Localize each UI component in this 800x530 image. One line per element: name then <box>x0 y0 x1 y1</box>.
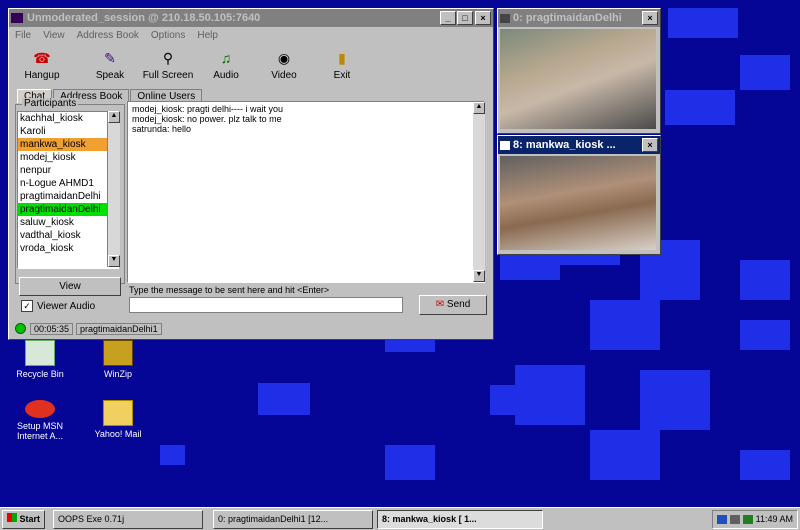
taskbar-item[interactable]: OOPS Exe 0.71j <box>53 509 204 529</box>
exit-icon: ▮ <box>338 50 346 66</box>
desktop-icon-recycle-bin[interactable]: Recycle Bin <box>10 340 70 379</box>
desktop-icon-yahoo-mail[interactable]: Yahoo! Mail <box>88 400 148 439</box>
speak-button[interactable]: ✎ Speak <box>81 43 139 81</box>
chat-scroll-up-button[interactable]: ▲ <box>473 102 485 114</box>
video-window-1: 0: pragtimaidanDelhi × <box>497 8 661 134</box>
video1-close-button[interactable]: × <box>642 11 658 25</box>
taskbar: Start OOPS Exe 0.71j 0: pragtimaidanDelh… <box>0 507 800 530</box>
chat-scroll-down-button[interactable]: ▼ <box>473 270 485 282</box>
clock: 11:49 AM <box>755 513 793 524</box>
menu-view[interactable]: View <box>43 30 65 41</box>
status-time: 00:05:35 <box>30 322 74 335</box>
windows-logo-icon <box>7 512 17 522</box>
toolbar: ☎ Hangup ✎ Speak ⚲ Full Screen ♫ Audio ◉ Vide… <box>9 43 493 83</box>
speak-icon: ✎ <box>104 50 116 66</box>
network-icon[interactable] <box>716 514 727 524</box>
chat-log: modej_kiosk: pragti delhi---- i wait you… <box>127 101 485 283</box>
video1-title-bar[interactable]: 0: pragtimaidanDelhi × <box>498 9 660 27</box>
participants-label: Participants <box>22 98 79 109</box>
maximize-button[interactable]: □ <box>457 11 473 25</box>
video2-close-button[interactable]: × <box>642 138 658 152</box>
main-window: Unmoderated_session @ 210.18.50.105:7640… <box>8 8 494 340</box>
list-item[interactable]: saluw_kiosk <box>18 216 118 229</box>
scroll-up-button[interactable]: ▲ <box>108 111 120 123</box>
speaker-icon[interactable] <box>729 514 740 524</box>
recycle-bin-icon <box>25 340 55 366</box>
viewer-audio-checkbox[interactable]: ✓ <box>21 300 33 312</box>
full-screen-button[interactable]: ⚲ Full Screen <box>139 43 197 81</box>
window-title: Unmoderated_session @ 210.18.50.105:7640 <box>27 12 261 24</box>
chat-line: modej_kiosk: no power. plz talk to me <box>132 114 282 124</box>
start-button[interactable]: Start <box>2 509 46 529</box>
chat-line: satrunda: hello <box>132 124 192 134</box>
status-bar: 00:05:35 pragtimaidanDelhi1 <box>11 321 489 336</box>
list-item[interactable]: vadthal_kiosk <box>18 229 118 242</box>
list-item[interactable]: pragtimaidanDelhi <box>18 203 118 216</box>
chat-scrollbar[interactable]: ▲ ▼ <box>473 102 485 282</box>
hangup-button[interactable]: ☎ Hangup <box>13 43 71 81</box>
list-item[interactable]: vroda_kiosk <box>18 242 118 255</box>
status-light-icon <box>15 323 26 334</box>
menu-file[interactable]: File <box>15 30 31 41</box>
list-item[interactable]: Karoli <box>18 125 118 138</box>
participants-list[interactable]: kachhal_kiosk Karoli mankwa_kiosk modej_… <box>17 111 119 269</box>
monitor-icon[interactable] <box>742 514 753 524</box>
msn-icon <box>25 400 55 418</box>
participants-scrollbar[interactable]: ▲ ▼ <box>107 111 120 267</box>
app-icon <box>11 13 23 23</box>
video-window-2: 8: mankwa_kiosk ... × <box>497 135 661 255</box>
list-item[interactable]: pragtimaidanDelhi <box>18 190 118 203</box>
camera-icon <box>500 140 510 150</box>
scroll-down-button[interactable]: ▼ <box>108 255 120 267</box>
chat-line: modej_kiosk: pragti delhi---- i wait you <box>132 104 284 114</box>
video-icon: ◉ <box>277 50 291 66</box>
list-item[interactable]: mankwa_kiosk <box>18 138 118 151</box>
taskbar-item[interactable]: 8: mankwa_kiosk [ 1... <box>377 509 544 529</box>
send-icon: ✉ <box>435 299 445 310</box>
menu-address-book[interactable]: Address Book <box>77 30 139 41</box>
list-item[interactable]: nenpur <box>18 164 118 177</box>
exit-button[interactable]: ▮ Exit <box>313 43 371 81</box>
menu-help[interactable]: Help <box>197 30 218 41</box>
winzip-icon <box>103 340 133 366</box>
desktop-icon-msn[interactable]: Setup MSN Internet A... <box>10 400 70 441</box>
viewer-audio-checkbox-row[interactable]: ✓ Viewer Audio <box>21 300 95 312</box>
video2-title-bar[interactable]: 8: mankwa_kiosk ... × <box>498 136 660 154</box>
main-title-bar[interactable]: Unmoderated_session @ 210.18.50.105:7640… <box>9 9 493 27</box>
yahoo-mail-icon <box>103 400 133 426</box>
fullscreen-icon: ⚲ <box>162 50 174 66</box>
list-item[interactable]: modej_kiosk <box>18 151 118 164</box>
send-button[interactable]: ✉ Send <box>419 295 487 315</box>
video-button[interactable]: ◉ Video <box>255 43 313 81</box>
video1-feed <box>500 29 656 129</box>
audio-icon: ♫ <box>220 50 232 66</box>
minimize-button[interactable]: _ <box>440 11 456 25</box>
list-item[interactable]: kachhal_kiosk <box>18 112 118 125</box>
status-user: pragtimaidanDelhi1 <box>76 322 162 335</box>
desktop-icon-winzip[interactable]: WinZip <box>88 340 148 379</box>
taskbar-item[interactable]: 0: pragtimaidanDelhi1 [12... <box>213 509 374 529</box>
list-item[interactable]: n-Logue AHMD1 <box>18 177 118 190</box>
video2-feed <box>500 156 656 250</box>
hangup-icon: ☎ <box>33 50 51 66</box>
close-button[interactable]: × <box>475 11 491 25</box>
message-hint: Type the message to be sent here and hit… <box>129 285 330 295</box>
message-input[interactable] <box>129 297 403 313</box>
audio-button[interactable]: ♫ Audio <box>197 43 255 81</box>
system-tray: 11:49 AM <box>711 509 798 529</box>
menu-options[interactable]: Options <box>151 30 185 41</box>
camera-icon <box>500 13 510 23</box>
menu-bar: File View Address Book Options Help <box>9 27 493 43</box>
view-button[interactable]: View <box>19 277 121 296</box>
